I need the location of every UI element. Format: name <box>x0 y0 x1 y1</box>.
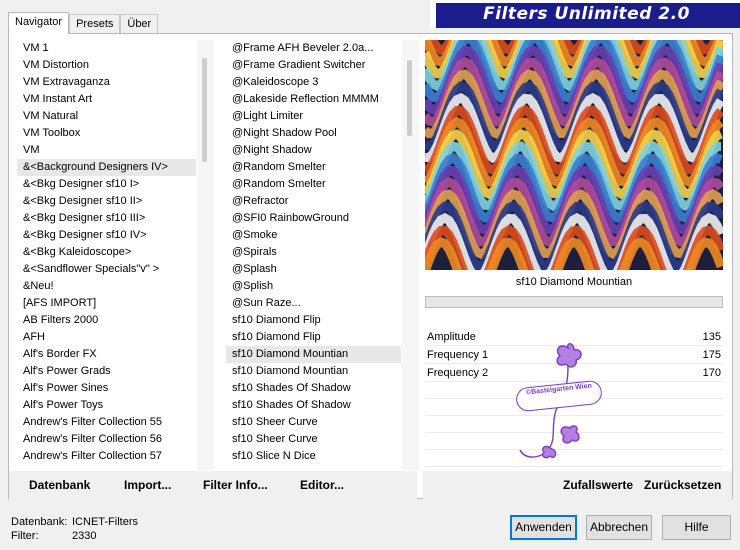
preview-filter-name: sf10 Diamond Mountian <box>515 276 633 288</box>
title-banner: Filters Unlimited 2.0 <box>430 0 740 28</box>
category-item[interactable]: VM Instant Art <box>17 91 196 108</box>
filter-count-value: 2330 <box>72 530 97 542</box>
category-item[interactable]: &<Bkg Kaleidoscope> <box>17 244 196 261</box>
filter-item[interactable]: @SFI0 RainbowGround <box>226 210 401 227</box>
filter-scroll-thumb[interactable] <box>407 60 412 136</box>
progress-bar <box>425 296 723 308</box>
filter-item[interactable]: @Random Smelter <box>226 159 401 176</box>
database-label: Datenbank: <box>11 516 68 528</box>
preview-pattern <box>425 40 723 270</box>
datenbank-button[interactable]: Datenbank <box>29 478 90 492</box>
filter-item[interactable]: @Frame Gradient Switcher <box>226 57 401 74</box>
category-item[interactable]: Alf's Power Toys <box>17 397 196 414</box>
filter-count-label: Filter: <box>11 530 39 542</box>
category-item[interactable]: &<Bkg Designer sf10 II> <box>17 193 196 210</box>
category-item[interactable]: Andrew's Filter Collection 55 <box>17 414 196 431</box>
filter-item[interactable]: @Kaleidoscope 3 <box>226 74 401 91</box>
category-item[interactable]: Alf's Power Grads <box>17 363 196 380</box>
category-item[interactable]: Andrew's Filter Collection 57 <box>17 448 196 465</box>
category-item[interactable]: [AFS IMPORT] <box>17 295 196 312</box>
filter-item[interactable]: @Night Shadow Pool <box>226 125 401 142</box>
category-item[interactable]: VM Natural <box>17 108 196 125</box>
filter-item[interactable]: @Splish <box>226 278 401 295</box>
filter-item[interactable]: sf10 Shades Of Shadow <box>226 380 401 397</box>
database-value: ICNET-Filters <box>72 516 138 528</box>
param-value: 175 <box>702 349 721 361</box>
watermark-logo: ©Bastelgarten Wien <box>510 340 604 470</box>
category-item[interactable]: AB Filters 2000 <box>17 312 196 329</box>
filter-item[interactable]: sf10 Sheer Curve <box>226 431 401 448</box>
param-value: 135 <box>702 331 721 343</box>
category-item[interactable]: VM Distortion <box>17 57 196 74</box>
category-item[interactable]: &<Bkg Designer sf10 IV> <box>17 227 196 244</box>
app-title: Filters Unlimited 2.0 <box>483 4 690 24</box>
filter-item[interactable]: @Sun Raze... <box>226 295 401 312</box>
filter-item[interactable]: @Random Smelter <box>226 176 401 193</box>
category-item[interactable]: &<Bkg Designer sf10 I> <box>17 176 196 193</box>
filter-item[interactable]: sf10 Diamond Flip <box>226 312 401 329</box>
param-label: Frequency 2 <box>427 367 489 379</box>
filter-item[interactable]: @Night Shadow <box>226 142 401 159</box>
param-label: Frequency 1 <box>427 349 489 361</box>
filter-preview-image <box>425 40 723 270</box>
category-item[interactable]: Alf's Power Sines <box>17 380 196 397</box>
filter-item[interactable]: sf10 Diamond Mountian <box>226 346 401 363</box>
filter-item[interactable]: @Spirals <box>226 244 401 261</box>
filter-item[interactable]: @Smoke <box>226 227 401 244</box>
filter-item[interactable]: @Light Limiter <box>226 108 401 125</box>
filter-scrollbar[interactable] <box>402 40 419 470</box>
category-item[interactable]: AFH <box>17 329 196 346</box>
cancel-button[interactable]: Abbrechen <box>586 515 652 540</box>
category-scroll-thumb[interactable] <box>202 58 207 162</box>
filter-item[interactable]: @Frame AFH Beveler 2.0a... <box>226 40 401 57</box>
category-list[interactable]: VM 1 VM Distortion VM Extravaganza VM Insta… <box>17 40 196 470</box>
filter-info-button[interactable]: Filter Info... <box>203 478 268 492</box>
filter-item[interactable]: sf10 Shades Of Shadow <box>226 397 401 414</box>
category-item[interactable]: &Neu! <box>17 278 196 295</box>
zufallswerte-button[interactable]: Zufallswerte <box>563 478 633 492</box>
import-button[interactable]: Import... <box>124 478 171 492</box>
editor-button[interactable]: Editor... <box>300 478 344 492</box>
filter-list[interactable]: @Frame AFH Beveler 2.0a... @Frame Gradien… <box>226 40 401 470</box>
category-item[interactable]: &<Sandflower Specials"v" > <box>17 261 196 278</box>
filter-item[interactable]: @Splash <box>226 261 401 278</box>
param-value: 170 <box>702 367 721 379</box>
filter-item[interactable]: sf10 Slice N Dice <box>226 448 401 465</box>
filter-item[interactable]: @Refractor <box>226 193 401 210</box>
tab-navigator[interactable]: Navigator <box>8 12 70 34</box>
filter-item[interactable]: @Lakeside Reflection MMMM <box>226 91 401 108</box>
apply-button[interactable]: Anwenden <box>510 515 577 540</box>
category-item[interactable]: VM <box>17 142 196 159</box>
zuruecksetzen-button[interactable]: Zurücksetzen <box>644 478 721 492</box>
category-item[interactable]: Alf's Border FX <box>17 346 196 363</box>
tab-strip: Navigator Presets Über <box>8 12 159 34</box>
category-item[interactable]: &<Background Designers IV> <box>17 159 196 176</box>
category-item[interactable]: VM Toolbox <box>17 125 196 142</box>
param-label: Amplitude <box>427 331 476 343</box>
category-item[interactable]: VM Extravaganza <box>17 74 196 91</box>
tab-ueber[interactable]: Über <box>120 14 159 34</box>
tab-presets[interactable]: Presets <box>69 14 121 34</box>
category-item[interactable]: &<Bkg Designer sf10 III> <box>17 210 196 227</box>
help-button[interactable]: Hilfe <box>662 515 731 540</box>
filter-item[interactable]: sf10 Diamond Mountian <box>226 363 401 380</box>
filter-item[interactable]: sf10 Diamond Flip <box>226 329 401 346</box>
category-item[interactable]: Andrew's Filter Collection 56 <box>17 431 196 448</box>
category-scrollbar[interactable] <box>197 40 214 470</box>
filter-item[interactable]: sf10 Sheer Curve <box>226 414 401 431</box>
category-item[interactable]: VM 1 <box>17 40 196 57</box>
